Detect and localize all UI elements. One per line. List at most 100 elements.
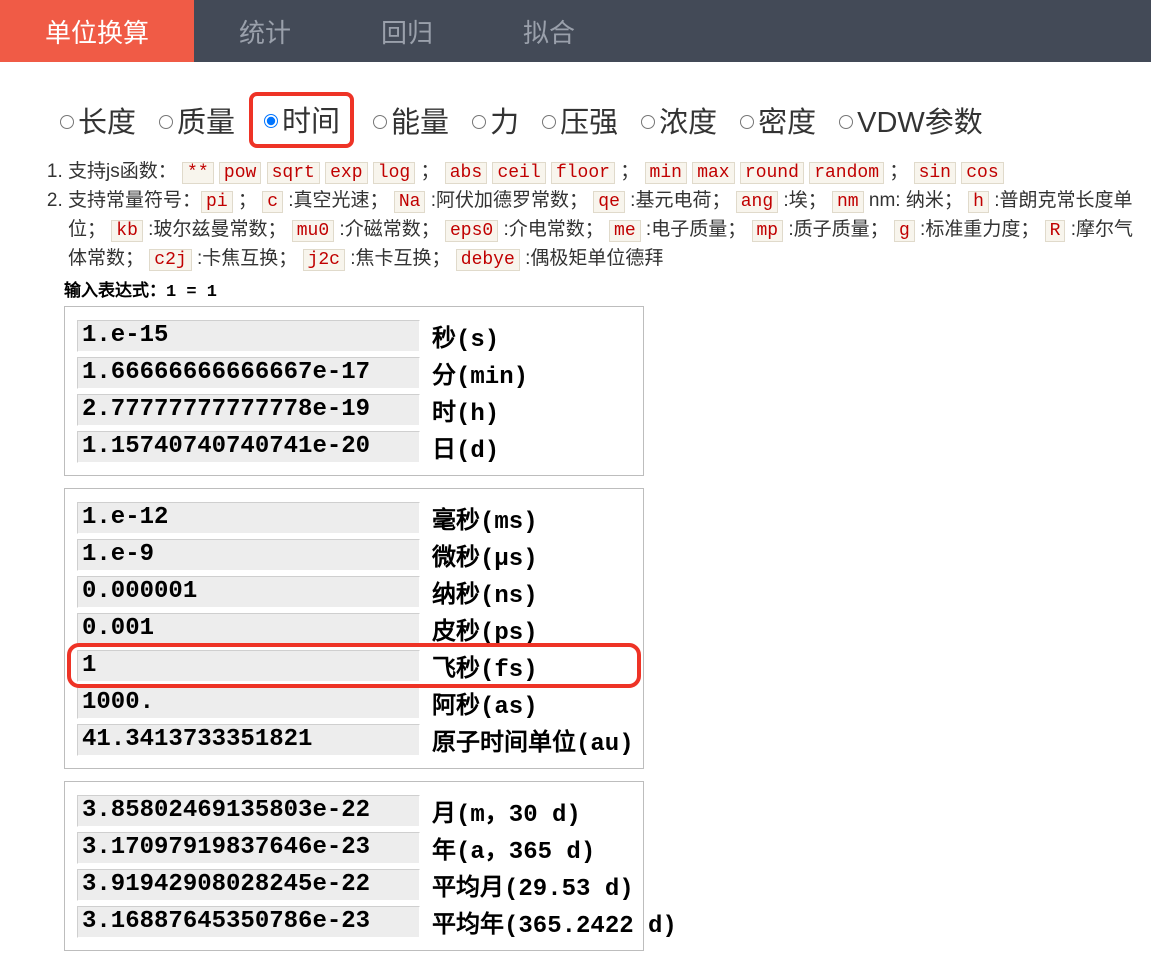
const-code: mp (752, 220, 784, 242)
value-input[interactable] (77, 724, 420, 756)
unit-label: 分(min) (432, 355, 528, 391)
tab-回归[interactable]: 回归 (336, 0, 478, 62)
category-力[interactable]: 力 (467, 99, 519, 141)
func-code: floor (551, 162, 615, 184)
value-input[interactable] (77, 431, 420, 463)
note-constants: 支持常量符号：pi ； c :真空光速； Na :阿伏加德罗常数； qe :基元… (68, 187, 1143, 274)
category-浓度[interactable]: 浓度 (636, 99, 717, 141)
conversion-row: 毫秒(ms) (77, 499, 631, 536)
value-input[interactable] (77, 832, 420, 864)
const-code: c (262, 191, 283, 213)
notes-list: 支持js函数： ** pow sqrt exp log ； abs ceil f… (34, 158, 1143, 274)
expression-label: 输入表达式： (64, 283, 166, 302)
func-code: cos (961, 162, 1003, 184)
const-code: c2j (149, 249, 191, 271)
unit-label: 微秒(µs) (432, 537, 538, 573)
unit-label: 毫秒(ms) (432, 500, 538, 536)
value-input[interactable] (77, 650, 420, 682)
category-radio[interactable] (472, 115, 486, 129)
category-radio[interactable] (641, 115, 655, 129)
const-code: nm (832, 191, 864, 213)
const-code: ang (736, 191, 778, 213)
tab-统计[interactable]: 统计 (194, 0, 336, 62)
const-code: j2c (303, 249, 345, 271)
const-code: h (968, 191, 989, 213)
category-radio[interactable] (373, 115, 387, 129)
unit-label: 年(a，365 d) (432, 830, 595, 866)
unit-label: 飞秒(fs) (432, 648, 538, 684)
value-input[interactable] (77, 539, 420, 571)
category-时间[interactable]: 时间 (249, 92, 354, 148)
category-长度[interactable]: 长度 (55, 99, 136, 141)
const-code: eps0 (445, 220, 498, 242)
conversion-row: 日(d) (77, 428, 631, 465)
conversion-row: 阿秒(as) (77, 684, 631, 721)
func-code: pow (219, 162, 261, 184)
expression-value: 1 = 1 (166, 283, 217, 302)
value-input[interactable] (77, 394, 420, 426)
unit-label: 平均年(365.2422 d) (432, 904, 677, 940)
conversion-panel: 毫秒(ms)微秒(µs)纳秒(ns)皮秒(ps)飞秒(fs)阿秒(as)原子时间… (64, 488, 644, 769)
func-code: ** (182, 162, 214, 184)
category-radio[interactable] (740, 115, 754, 129)
value-input[interactable] (77, 869, 420, 901)
conversion-row: 分(min) (77, 354, 631, 391)
conversion-row: 时(h) (77, 391, 631, 428)
func-code: sqrt (267, 162, 320, 184)
func-code: max (692, 162, 734, 184)
category-label: VDW参数 (857, 99, 983, 141)
const-code: debye (456, 249, 520, 271)
conversion-row: 纳秒(ns) (77, 573, 631, 610)
category-压强[interactable]: 压强 (537, 99, 618, 141)
conversion-panel: 秒(s)分(min)时(h)日(d) (64, 306, 644, 476)
func-code: ceil (492, 162, 545, 184)
category-radio[interactable] (60, 115, 74, 129)
category-label: 浓度 (659, 99, 717, 141)
value-input[interactable] (77, 795, 420, 827)
value-input[interactable] (77, 906, 420, 938)
category-radios: 长度质量 时间 能量力压强浓度密度 VDW参数 (55, 92, 1151, 148)
unit-label: 日(d) (432, 429, 499, 465)
tab-单位换算[interactable]: 单位换算 (0, 0, 194, 62)
const-code: g (894, 220, 915, 242)
func-code: sin (914, 162, 956, 184)
value-input[interactable] (77, 320, 420, 352)
unit-label: 秒(s) (432, 318, 499, 354)
unit-label: 阿秒(as) (432, 685, 538, 721)
category-质量[interactable]: 质量 (154, 99, 235, 141)
const-code: kb (111, 220, 143, 242)
func-code: exp (325, 162, 367, 184)
category-label: 力 (490, 99, 519, 141)
tab-拟合[interactable]: 拟合 (478, 0, 620, 62)
category-VDW参数[interactable]: VDW参数 (834, 99, 983, 141)
unit-label: 原子时间单位(au) (432, 722, 634, 758)
top-tabs: 单位换算统计回归拟合 (0, 0, 1151, 62)
expression-line: 输入表达式：1 = 1 (64, 276, 1151, 302)
value-input[interactable] (77, 576, 420, 608)
category-label: 能量 (391, 99, 449, 141)
value-input[interactable] (77, 687, 420, 719)
category-label: 时间 (282, 98, 340, 140)
category-radio[interactable] (542, 115, 556, 129)
category-radio[interactable] (159, 115, 173, 129)
conversion-row: 微秒(µs) (77, 536, 631, 573)
value-input[interactable] (77, 613, 420, 645)
unit-label: 时(h) (432, 392, 499, 428)
const-code: Na (394, 191, 426, 213)
unit-label: 皮秒(ps) (432, 611, 538, 647)
category-radio[interactable] (839, 115, 853, 129)
func-code: min (645, 162, 687, 184)
category-密度[interactable]: 密度 (735, 99, 816, 141)
conversion-row: 平均年(365.2422 d) (77, 903, 631, 940)
conversion-row: 皮秒(ps) (77, 610, 631, 647)
const-code: me (609, 220, 641, 242)
conversion-panel: 月(m，30 d)年(a，365 d)平均月(29.53 d)平均年(365.2… (64, 781, 644, 951)
category-radio[interactable] (264, 114, 278, 128)
category-能量[interactable]: 能量 (368, 99, 449, 141)
unit-label: 平均月(29.53 d) (432, 867, 634, 903)
value-input[interactable] (77, 357, 420, 389)
conversion-row: 秒(s) (77, 317, 631, 354)
const-code: mu0 (292, 220, 334, 242)
conversion-row: 年(a，365 d) (77, 829, 631, 866)
value-input[interactable] (77, 502, 420, 534)
